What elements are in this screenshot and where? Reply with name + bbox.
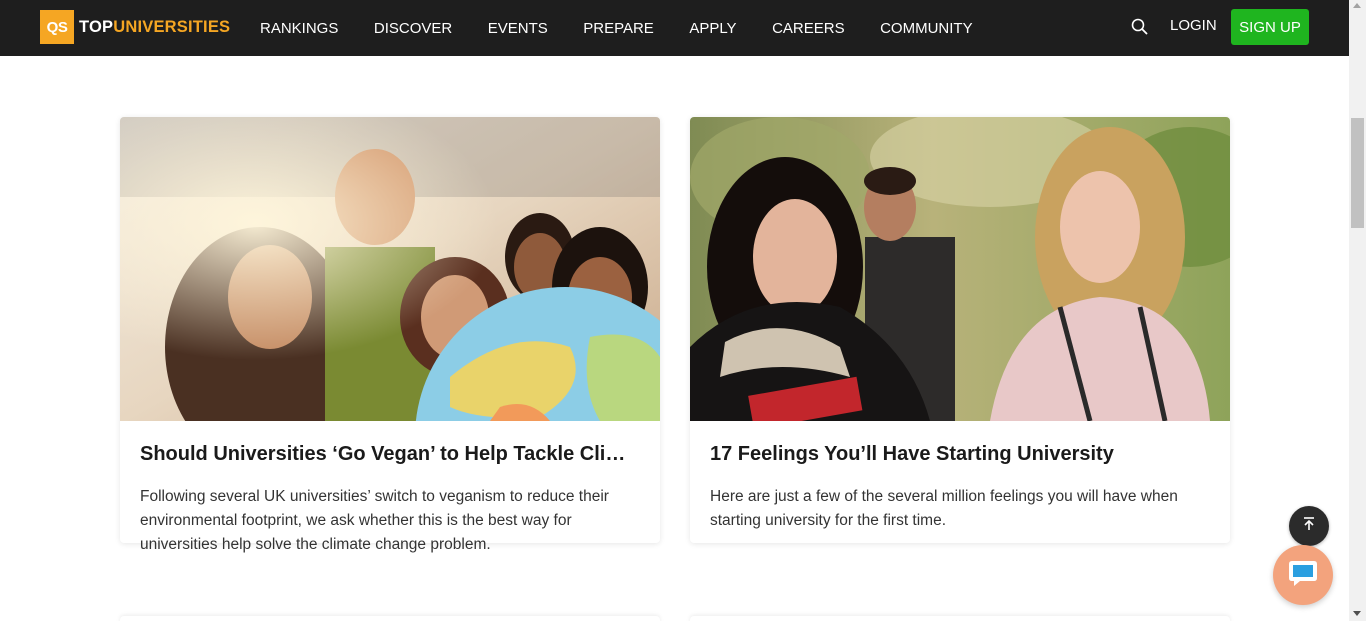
search-icon[interactable] [1130, 17, 1150, 37]
article-title[interactable]: Should Universities ‘Go Vegan’ to Help T… [140, 443, 640, 466]
nav-rankings[interactable]: RANKINGS [260, 20, 338, 37]
article-card-partial[interactable] [690, 616, 1230, 621]
arrow-up-icon [1301, 516, 1317, 537]
site-header: QS TOPUNIVERSITIES RANKINGS DISCOVER EVE… [0, 0, 1349, 56]
nav-apply[interactable]: APPLY [689, 20, 736, 37]
chat-button[interactable] [1273, 545, 1333, 605]
article-image-students-campus[interactable] [690, 117, 1230, 421]
article-card-partial[interactable] [120, 616, 660, 621]
scrollbar-thumb[interactable] [1351, 118, 1364, 228]
nav-careers[interactable]: CAREERS [772, 20, 845, 37]
scroll-up-arrow-icon[interactable] [1353, 3, 1361, 8]
logo-top-text: TOP [79, 17, 114, 36]
page-scrollbar[interactable] [1349, 0, 1366, 621]
logo-badge: QS [40, 10, 74, 44]
signup-button[interactable]: SIGN UP [1231, 9, 1309, 45]
chat-bubble-icon [1286, 557, 1320, 594]
back-to-top-button[interactable] [1289, 506, 1329, 546]
article-card[interactable]: 17 Feelings You’ll Have Starting Univers… [690, 117, 1230, 543]
nav-events[interactable]: EVENTS [488, 20, 548, 37]
nav-community[interactable]: COMMUNITY [880, 20, 973, 37]
nav-discover[interactable]: DISCOVER [374, 20, 452, 37]
scroll-down-arrow-icon[interactable] [1353, 611, 1361, 616]
article-title[interactable]: 17 Feelings You’ll Have Starting Univers… [710, 443, 1210, 466]
page: QS TOPUNIVERSITIES RANKINGS DISCOVER EVE… [0, 0, 1366, 621]
nav-prepare[interactable]: PREPARE [583, 20, 654, 37]
logo-wordmark: TOPUNIVERSITIES [79, 18, 230, 37]
article-description: Following several UK universities’ switc… [140, 488, 609, 553]
logo-universities-text: UNIVERSITIES [113, 17, 231, 36]
main-nav: RANKINGS DISCOVER EVENTS PREPARE APPLY C… [260, 0, 1008, 56]
login-link[interactable]: LOGIN [1170, 17, 1217, 34]
article-card[interactable]: Should Universities ‘Go Vegan’ to Help T… [120, 117, 660, 553]
site-logo[interactable]: QS TOPUNIVERSITIES [40, 10, 230, 44]
article-image-students-globe[interactable] [120, 117, 660, 421]
article-description: Here are just a few of the several milli… [710, 488, 1178, 529]
